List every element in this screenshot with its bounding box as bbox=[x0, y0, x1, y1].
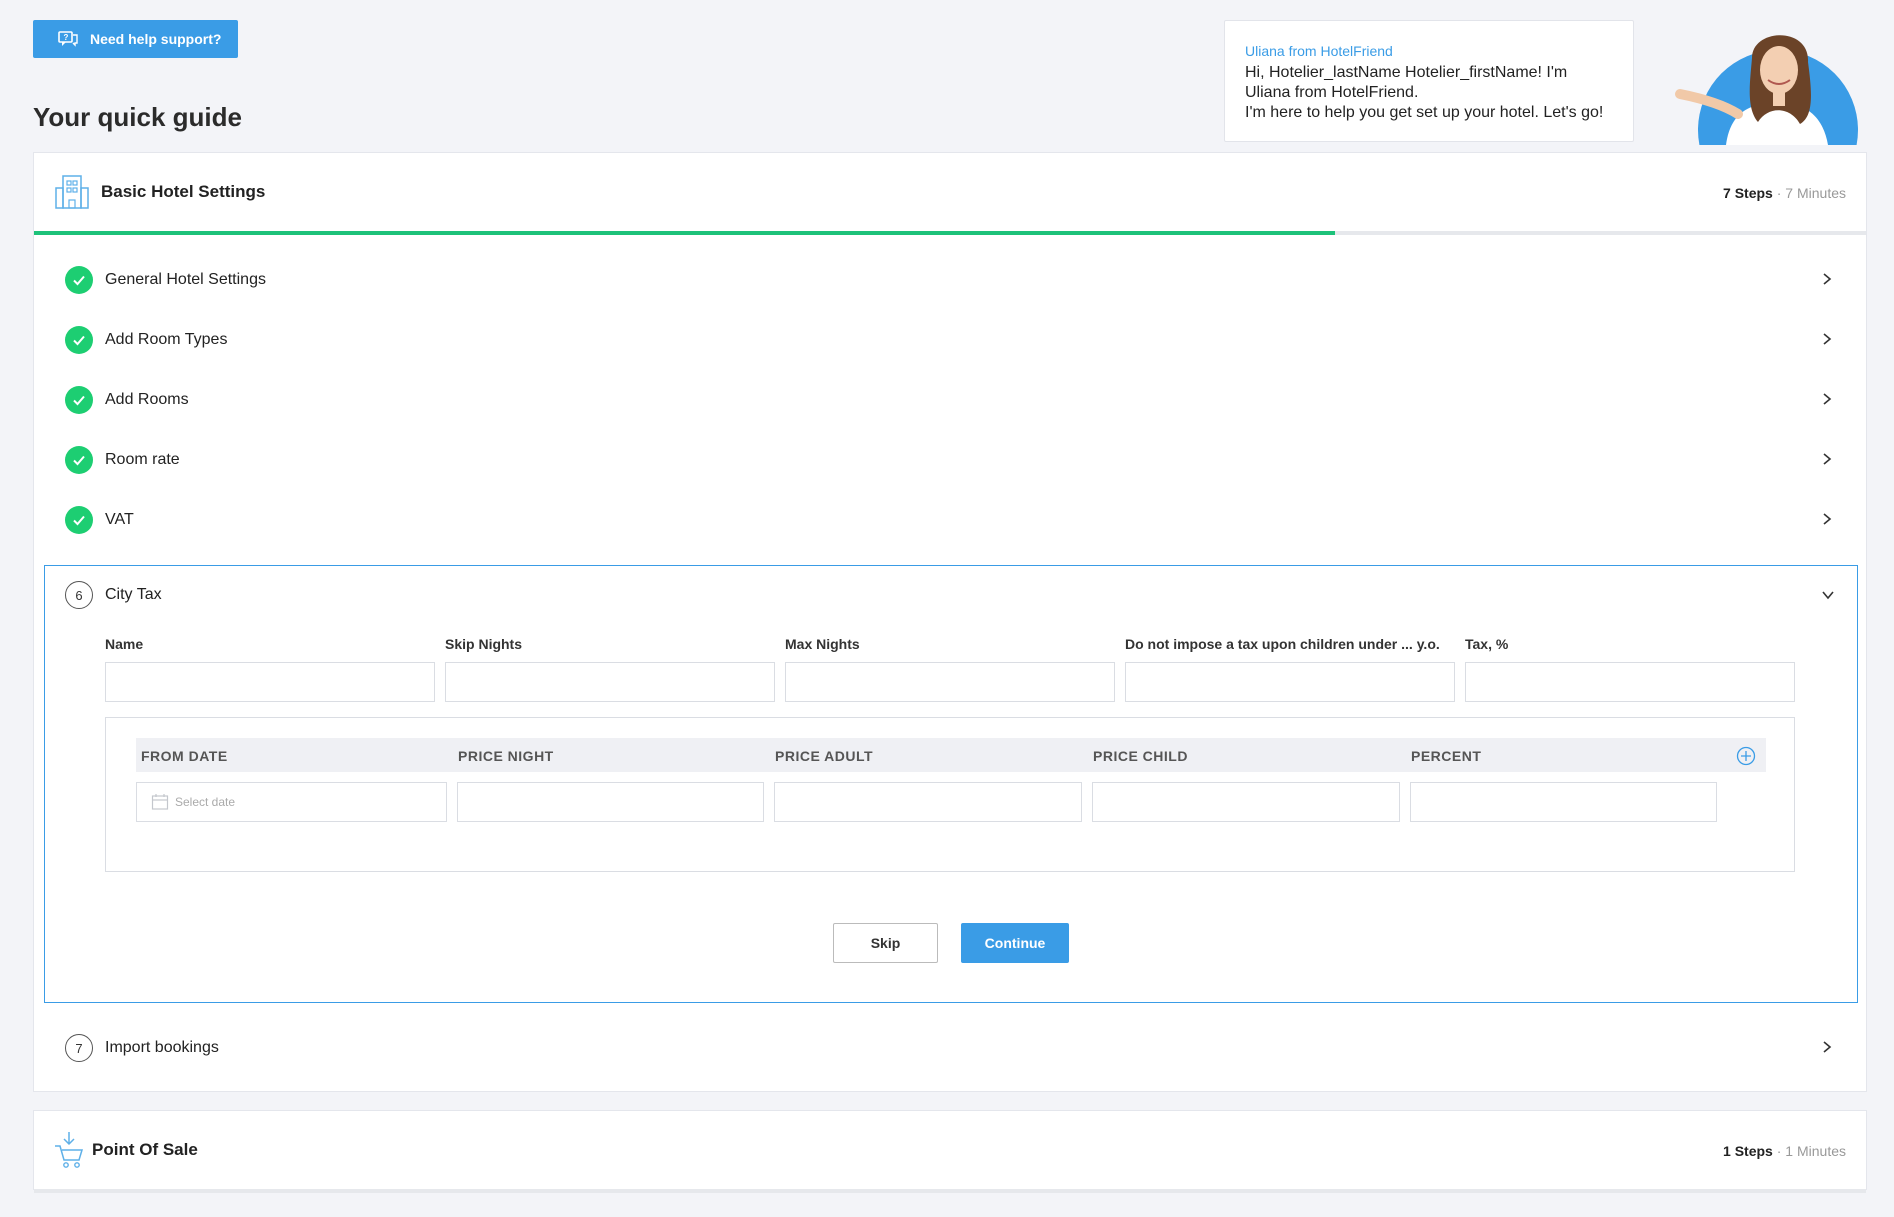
steps-info: 1 Steps · 1 Minutes bbox=[1723, 1143, 1846, 1159]
check-circle-icon bbox=[65, 446, 93, 474]
chevron-right-icon[interactable] bbox=[1820, 392, 1834, 406]
price-night-input[interactable] bbox=[457, 782, 764, 822]
continue-button[interactable]: Continue bbox=[961, 923, 1069, 963]
assistant-name: Uliana from HotelFriend bbox=[1245, 43, 1393, 59]
city-tax-step-header[interactable]: 6 City Tax bbox=[45, 566, 1857, 624]
completed-step-item[interactable]: Add Room Types bbox=[34, 310, 1868, 370]
calendar-icon bbox=[151, 794, 169, 810]
steps-count: 7 Steps bbox=[1723, 185, 1773, 201]
card-header: Basic Hotel Settings 7 Steps · 7 Minutes bbox=[34, 153, 1866, 231]
max-nights-input[interactable] bbox=[785, 662, 1115, 702]
chevron-right-icon[interactable] bbox=[1820, 332, 1834, 346]
steps-count: 1 Steps bbox=[1723, 1143, 1773, 1159]
column-header-price-night: PRICE NIGHT bbox=[458, 748, 554, 764]
name-field: Name bbox=[105, 636, 435, 702]
chevron-right-icon[interactable] bbox=[1820, 272, 1834, 286]
max-nights-field: Max Nights bbox=[785, 636, 1115, 702]
help-support-button[interactable]: ? Need help support? bbox=[33, 20, 238, 58]
assistant-message-line: Hi, Hotelier_lastName Hotelier_firstName… bbox=[1245, 64, 1568, 81]
point-of-sale-card: Point Of Sale 1 Steps · 1 Minutes bbox=[33, 1110, 1867, 1193]
field-label: Do not impose a tax upon children under … bbox=[1125, 636, 1440, 652]
step-label: City Tax bbox=[105, 586, 162, 603]
page-title: Your quick guide bbox=[33, 102, 242, 132]
price-child-input[interactable] bbox=[1092, 782, 1400, 822]
children-age-field: Do not impose a tax upon children under … bbox=[1125, 636, 1455, 702]
basic-hotel-settings-card: Basic Hotel Settings 7 Steps · 7 Minutes… bbox=[33, 152, 1867, 1092]
field-label: Max Nights bbox=[785, 636, 860, 652]
step-label: Room rate bbox=[105, 451, 180, 468]
price-adult-input[interactable] bbox=[774, 782, 1082, 822]
card-title: Point Of Sale bbox=[92, 1140, 198, 1159]
progress-fill bbox=[34, 231, 1335, 235]
column-header-percent: PERCENT bbox=[1411, 748, 1482, 764]
date-placeholder: Select date bbox=[175, 795, 236, 809]
card-header: Point Of Sale 1 Steps · 1 Minutes bbox=[34, 1111, 1866, 1189]
tax-periods-table: FROM DATE PRICE NIGHT PRICE ADULT PRICE … bbox=[105, 717, 1795, 872]
assistant-message-line: I'm here to help you get set up your hot… bbox=[1245, 104, 1604, 121]
name-input[interactable] bbox=[105, 662, 435, 702]
field-label: Tax, % bbox=[1465, 636, 1509, 652]
tax-percent-input[interactable] bbox=[1465, 662, 1795, 702]
children-age-input[interactable] bbox=[1125, 662, 1455, 702]
chat-support-icon: ? bbox=[58, 31, 78, 47]
step-label: Import bookings bbox=[105, 1039, 219, 1056]
step-label: Add Rooms bbox=[105, 391, 189, 408]
completed-step-item[interactable]: General Hotel Settings bbox=[34, 250, 1868, 310]
step-import-bookings[interactable]: 7 Import bookings bbox=[34, 1018, 1868, 1078]
tax-percent-field: Tax, % bbox=[1465, 636, 1795, 702]
assistant-message-bubble: Uliana from HotelFriend Hi, Hotelier_las… bbox=[1224, 20, 1634, 142]
completed-step-item[interactable]: Room rate bbox=[34, 430, 1868, 490]
field-label: Skip Nights bbox=[445, 636, 523, 652]
city-tax-step-panel: 6 City Tax Name Skip Nights Max Nights D… bbox=[44, 565, 1858, 1003]
from-date-input[interactable]: Select date bbox=[136, 782, 447, 822]
completed-step-item[interactable]: VAT bbox=[34, 490, 1868, 550]
chevron-right-icon[interactable] bbox=[1820, 512, 1834, 526]
steps-info: 7 Steps · 7 Minutes bbox=[1723, 185, 1846, 201]
step-number-badge: 7 bbox=[65, 1034, 93, 1062]
chevron-right-icon[interactable] bbox=[1820, 1040, 1834, 1054]
chevron-right-icon[interactable] bbox=[1820, 452, 1834, 466]
svg-text:?: ? bbox=[64, 33, 69, 42]
column-header-price-child: PRICE CHILD bbox=[1093, 748, 1188, 764]
help-support-label: Need help support? bbox=[90, 31, 222, 47]
column-header-from-date: FROM DATE bbox=[141, 748, 228, 764]
column-header-price-adult: PRICE ADULT bbox=[775, 748, 874, 764]
skip-nights-field: Skip Nights bbox=[445, 636, 775, 702]
assistant-message: Hi, Hotelier_lastName Hotelier_firstName… bbox=[1245, 63, 1613, 123]
check-circle-icon bbox=[65, 266, 93, 294]
percent-input[interactable] bbox=[1410, 782, 1717, 822]
progress-bar bbox=[34, 1189, 1866, 1193]
hotel-building-icon bbox=[55, 175, 89, 209]
skip-nights-input[interactable] bbox=[445, 662, 775, 702]
check-circle-icon bbox=[65, 326, 93, 354]
field-label: Name bbox=[105, 636, 144, 652]
step-number-badge: 6 bbox=[65, 581, 93, 609]
progress-bar bbox=[34, 231, 1866, 235]
assistant-avatar bbox=[1640, 22, 1860, 145]
table-header: FROM DATE PRICE NIGHT PRICE ADULT PRICE … bbox=[136, 738, 1766, 772]
chevron-down-icon[interactable] bbox=[1821, 588, 1835, 602]
step-label: Add Room Types bbox=[105, 331, 228, 348]
check-circle-icon bbox=[65, 386, 93, 414]
shopping-cart-icon bbox=[55, 1132, 84, 1168]
add-row-icon[interactable] bbox=[1736, 746, 1756, 766]
steps-duration: · 7 Minutes bbox=[1772, 185, 1846, 201]
check-circle-icon bbox=[65, 506, 93, 534]
skip-button[interactable]: Skip bbox=[833, 923, 938, 963]
step-label: VAT bbox=[105, 511, 134, 528]
step-label: General Hotel Settings bbox=[105, 271, 266, 288]
steps-duration: · 1 Minutes bbox=[1772, 1143, 1846, 1159]
assistant-message-line: Uliana from HotelFriend. bbox=[1245, 84, 1419, 101]
card-title: Basic Hotel Settings bbox=[101, 182, 266, 201]
completed-step-item[interactable]: Add Rooms bbox=[34, 370, 1868, 430]
